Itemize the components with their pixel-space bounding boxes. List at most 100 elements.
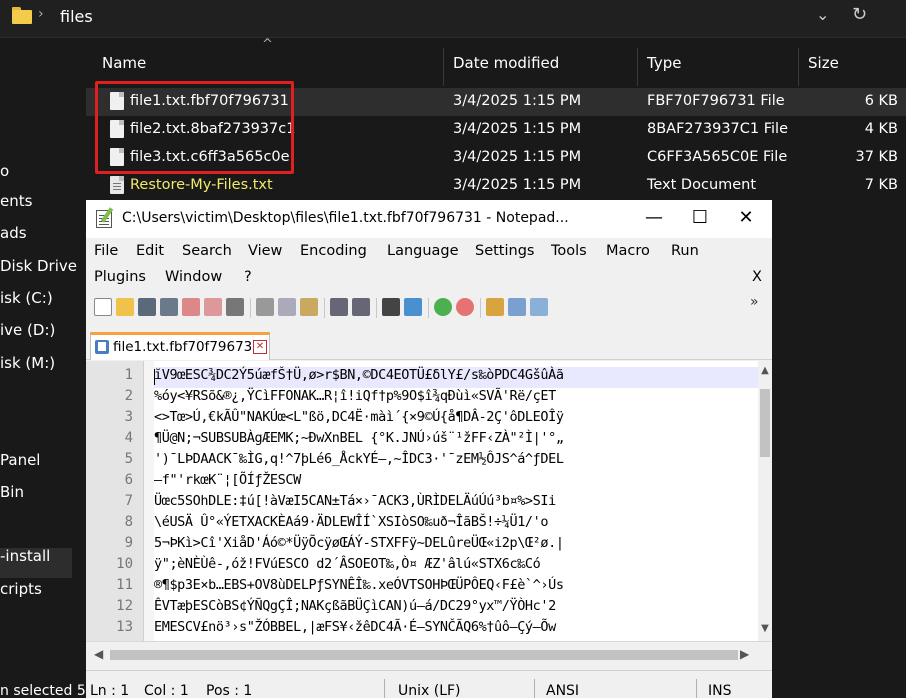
horizontal-scrollbar[interactable]: ◀ ▶ [86,641,772,668]
redo-icon[interactable] [352,298,370,316]
close-document-button[interactable]: X [752,269,762,285]
zoom-in-icon[interactable] [434,298,452,316]
file-name: Restore-My-Files.txt [130,177,273,193]
nav-item[interactable]: Panel [0,447,40,473]
maximize-button[interactable]: ☐ [680,204,720,232]
line-number: 12 [116,598,133,614]
menu-help[interactable]: ? [244,269,252,285]
toolbar-separator [250,298,251,318]
menu-file[interactable]: File [94,243,118,259]
nav-item[interactable]: o [0,158,9,184]
text-editor[interactable]: 1 2 3 4 5 6 7 8 9 10 11 12 13 ĭV9œESC¾DC… [86,361,772,641]
toolbar-separator [324,298,325,318]
column-divider[interactable] [637,48,638,86]
menu-tools[interactable]: Tools [551,243,587,259]
save-icon[interactable] [138,298,156,316]
address-bar[interactable]: › files ⌄ ↻ [0,0,906,38]
code-line: ')¯LÞDAACK¯‰ÌG,q!^7þLé6_ÅckYÉ—,~ÎDC3·'¯z… [154,451,564,467]
sort-ascending-icon: ^ [262,37,273,52]
menu-search[interactable]: Search [182,243,232,259]
menu-macro[interactable]: Macro [606,243,650,259]
code-line: 5¬ÞKì>Cî'XiåD'Áó©*ÜÿÕcÿøŒÁÝ-STXFFÿ~DELûr… [154,535,564,551]
nav-item[interactable]: ive (D:) [0,317,55,343]
column-header-type[interactable]: Type [647,54,681,72]
paste-icon[interactable] [300,298,318,316]
copy-icon[interactable] [278,298,296,316]
new-file-icon[interactable] [94,298,112,316]
refresh-icon[interactable]: ↻ [852,4,867,25]
open-file-icon[interactable] [116,298,134,316]
scroll-up-icon[interactable]: ▲ [758,365,772,376]
window-title: C:\Users\victim\Desktop\files\file1.txt.… [122,210,569,226]
vertical-scroll-thumb[interactable] [760,389,770,457]
menu-language[interactable]: Language [387,243,459,259]
line-number: 7 [124,493,133,509]
status-encoding[interactable]: ANSI [546,683,579,698]
status-bar: Ln : 1 Col : 1 Pos : 1 Unix (LF) ANSI IN… [86,670,772,698]
nav-item[interactable]: isk (M:) [0,350,55,376]
print-icon[interactable] [226,298,244,316]
cut-icon[interactable] [256,298,274,316]
chevron-right-icon[interactable]: › [38,6,44,22]
scroll-left-icon[interactable]: ◀ [94,647,103,661]
menu-view[interactable]: View [248,243,282,259]
nav-item[interactable]: -install [0,543,50,569]
show-all-chars-icon[interactable] [530,298,548,316]
toolbar-overflow-icon[interactable]: » [750,294,759,310]
nav-item[interactable]: ads [0,220,27,246]
column-divider[interactable] [798,48,799,86]
save-all-icon[interactable] [160,298,178,316]
menu-window[interactable]: Window [165,269,222,285]
column-header-date[interactable]: Date modified [453,54,559,72]
code-line: <>Tœ>Ú,€kÃÛ"NAKÚœ<L"ßö,DC4Ë·màì´{×9©Ú{å¶… [154,409,564,425]
menu-plugins[interactable]: Plugins [94,269,146,285]
scroll-right-icon[interactable]: ▶ [740,647,749,661]
nav-item[interactable]: isk (C:) [0,285,53,311]
sync-scroll-icon[interactable] [486,298,504,316]
replace-icon[interactable] [404,298,422,316]
tab-close-icon[interactable]: ✕ [253,340,267,354]
zoom-out-icon[interactable] [456,298,474,316]
menu-run[interactable]: Run [671,243,699,259]
document-tab-icon [95,340,109,354]
column-divider[interactable] [443,48,444,86]
menu-encoding[interactable]: Encoding [300,243,367,259]
nav-item[interactable]: cripts [0,576,42,602]
menu-settings[interactable]: Settings [475,243,534,259]
breadcrumb-folder[interactable]: files [60,7,93,26]
undo-icon[interactable] [330,298,348,316]
toolbar-separator [480,298,481,318]
chevron-down-icon[interactable]: ⌄ [816,5,829,24]
line-number: 8 [124,514,133,530]
close-all-icon[interactable] [204,298,222,316]
explorer-status-text: n selected 5 [0,683,86,698]
status-insert-mode[interactable]: INS [708,683,732,698]
status-separator [384,679,385,698]
minimize-button[interactable]: — [634,204,674,232]
scroll-down-icon[interactable]: ▼ [758,623,772,634]
file-date: 3/4/2025 1:15 PM [453,121,582,137]
nav-item[interactable]: Bin [0,479,24,505]
column-header-size[interactable]: Size [808,54,839,72]
code-line: ®¶$p3E×b…EBS+OV8ùDELPƒSYNÊÎ‰.xeÓVTSOHÞŒÜ… [154,577,564,593]
tab-file1[interactable]: file1.txt.fbf70f796731 ✕ [90,332,270,360]
nav-item[interactable]: ents [0,188,32,214]
title-bar[interactable]: C:\Users\victim\Desktop\files\file1.txt.… [86,200,772,238]
horizontal-scroll-thumb[interactable] [110,650,738,660]
text-file-icon [110,176,124,194]
nav-item[interactable]: Disk Drive [0,253,77,279]
line-number: 4 [124,430,133,446]
column-header-name[interactable]: Name [102,54,146,72]
find-icon[interactable] [382,298,400,316]
close-button[interactable]: ✕ [726,204,766,232]
fold-margin[interactable] [144,361,154,641]
close-file-icon[interactable] [182,298,200,316]
code-line: %óy<¥RSõ&®¿,ŸCìFFONAK…R¦î!iQf†p%9O$î¾qÐù… [154,388,556,404]
status-eol[interactable]: Unix (LF) [398,683,461,698]
file-row[interactable]: Restore-My-Files.txt 3/4/2025 1:15 PM Te… [86,172,906,200]
file-type: 8BAF273937C1 File [647,121,789,137]
menu-edit[interactable]: Edit [136,243,164,259]
toolbar-separator [376,298,377,318]
word-wrap-icon[interactable] [508,298,526,316]
vertical-scrollbar[interactable]: ▲ ▼ [758,361,772,641]
